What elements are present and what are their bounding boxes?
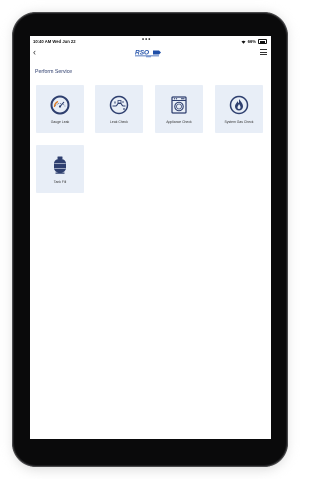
brand-logo: RSO (135, 50, 161, 58)
multitask-dots[interactable]: ••• (142, 37, 151, 43)
battery-icon (258, 39, 267, 45)
gauge-icon (50, 95, 70, 115)
gas-flame-icon (229, 95, 249, 115)
app-bar: ‹ RSO (30, 46, 271, 60)
status-time: 10:40 AM Wed Jun 22 (33, 39, 76, 44)
tile-label: Gauge Leak (50, 120, 70, 124)
tile-leak-check[interactable]: Leak Check (95, 85, 143, 133)
tile-system-gas-check[interactable]: System Gas Check (215, 85, 263, 133)
propane-tank-icon (54, 156, 66, 174)
app-screen: 10:40 AM Wed Jun 22 ••• 66% ‹ RSO Perfor… (30, 36, 271, 439)
status-bar: 10:40 AM Wed Jun 22 ••• 66% (30, 36, 271, 46)
wifi-icon (241, 40, 246, 44)
tile-appliance-check[interactable]: Appliance Check (155, 85, 203, 133)
tile-label: Appliance Check (166, 120, 192, 124)
hamburger-menu-icon[interactable] (260, 49, 267, 55)
logo-text: RSO (135, 50, 149, 57)
appliance-icon (171, 96, 187, 114)
tile-tank-fill[interactable]: Tank Fill (36, 145, 84, 193)
tile-gauge-leak[interactable]: Gauge Leak (36, 85, 84, 133)
status-right: 66% (241, 39, 267, 45)
tile-label: System Gas Check (224, 120, 254, 124)
battery-percent: 66% (247, 39, 256, 45)
leak-check-icon (109, 95, 129, 115)
section-title: Perform Service (35, 69, 73, 75)
tile-label: Tank Fill (53, 180, 67, 184)
back-chevron-icon[interactable]: ‹ (33, 47, 36, 57)
tile-label: Leak Check (110, 120, 128, 124)
